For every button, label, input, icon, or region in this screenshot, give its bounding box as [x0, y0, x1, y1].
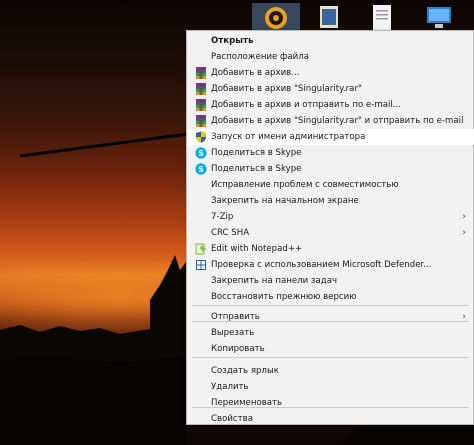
winrar-icon: [195, 83, 207, 95]
menu-item-label: Запуск от имени администратора: [211, 132, 366, 142]
skype-icon: S: [195, 163, 207, 175]
menu-item-7[interactable]: Запуск от имени администратора: [187, 129, 474, 145]
menu-item-14[interactable]: Edit with Notepad++: [187, 241, 474, 257]
uac-shield-icon: [195, 131, 207, 143]
menu-item-20[interactable]: Копировать: [187, 341, 474, 357]
menu-separator: [192, 357, 469, 358]
menu-item-5[interactable]: Добавить в архив и отправить по e-mail..…: [187, 97, 474, 113]
menu-item-label: Закрепить на начальном экране: [211, 196, 359, 206]
winrar-icon: [195, 67, 207, 79]
chevron-right-icon: ›: [462, 212, 466, 222]
menu-item-2[interactable]: Расположение файла: [187, 49, 474, 65]
svg-text:S: S: [198, 149, 204, 158]
menu-item-1[interactable]: Открыть: [187, 33, 474, 49]
menu-item-15[interactable]: Проверка с использованием Microsoft Defe…: [187, 257, 474, 273]
menu-item-13[interactable]: CRC SHA ›: [187, 225, 474, 241]
menu-item-16[interactable]: Закрепить на панели задач: [187, 273, 474, 289]
menu-separator: [192, 305, 469, 306]
menu-item-3[interactable]: Добавить в архив...: [187, 65, 474, 81]
menu-item-8[interactable]: S Поделиться в Skype: [187, 145, 474, 161]
menu-item-19[interactable]: Вырезать: [187, 325, 474, 341]
defender-icon: [195, 259, 207, 271]
menu-item-24[interactable]: Свойства: [187, 411, 474, 427]
menu-item-22[interactable]: Удалить: [187, 379, 474, 395]
menu-item-12[interactable]: 7-Zip ›: [187, 209, 474, 225]
menu-item-label: Копировать: [211, 344, 265, 354]
chevron-right-icon: ›: [462, 312, 466, 322]
menu-item-9[interactable]: S Поделиться в Skype: [187, 161, 474, 177]
menu-item-11[interactable]: Закрепить на начальном экране: [187, 193, 474, 209]
menu-item-label: Открыть: [211, 36, 254, 46]
chevron-right-icon: ›: [462, 228, 466, 238]
menu-item-label: Поделиться в Skype: [211, 164, 302, 174]
menu-item-label: Проверка с использованием Microsoft Defe…: [211, 260, 432, 270]
menu-item-label: Восстановить прежнюю версию: [211, 292, 357, 302]
menu-item-label: Переименовать: [211, 398, 283, 408]
menu-item-10[interactable]: Исправление проблем с совместимостью: [187, 177, 474, 193]
menu-item-label: Вырезать: [211, 328, 255, 338]
menu-item-label: Edit with Notepad++: [211, 244, 303, 254]
winrar-icon: [195, 99, 207, 111]
menu-item-label: CRC SHA: [211, 228, 250, 238]
menu-item-label: Расположение файла: [211, 52, 310, 62]
menu-separator: [192, 321, 469, 322]
menu-item-6[interactable]: Добавить в архив "Singularity.rar" и отп…: [187, 113, 474, 129]
menu-item-label: Добавить в архив...: [211, 68, 300, 78]
menu-item-label: Поделиться в Skype: [211, 148, 302, 158]
menu-item-label: Свойства: [211, 414, 253, 424]
menu-item-label: Добавить в архив "Singularity.rar": [211, 84, 362, 94]
menu-item-label: Удалить: [211, 382, 249, 392]
menu-item-label: Исправление проблем с совместимостью: [211, 180, 399, 190]
menu-item-23[interactable]: Переименовать: [187, 395, 474, 411]
skype-icon: S: [195, 147, 207, 159]
menu-item-4[interactable]: Добавить в архив "Singularity.rar": [187, 81, 474, 97]
menu-item-label: Добавить в архив "Singularity.rar" и отп…: [211, 116, 464, 126]
menu-item-18[interactable]: Отправить ›: [187, 309, 474, 325]
context-menu: Открыть Расположение файла Добавить в архи…: [186, 30, 474, 425]
menu-item-17[interactable]: Восстановить прежнюю версию: [187, 289, 474, 305]
menu-separator: [192, 407, 469, 408]
menu-item-label: Закрепить на панели задач: [211, 276, 338, 286]
menu-item-label: Добавить в архив и отправить по e-mail..…: [211, 100, 401, 110]
winrar-icon: [195, 115, 207, 127]
menu-item-label: Отправить: [211, 312, 260, 322]
notepadpp-icon: [195, 243, 207, 255]
menu-item-label: 7-Zip: [211, 212, 234, 222]
menu-item-label: Создать ярлык: [211, 366, 279, 376]
menu-item-21[interactable]: Создать ярлык: [187, 363, 474, 379]
svg-text:S: S: [198, 165, 204, 174]
